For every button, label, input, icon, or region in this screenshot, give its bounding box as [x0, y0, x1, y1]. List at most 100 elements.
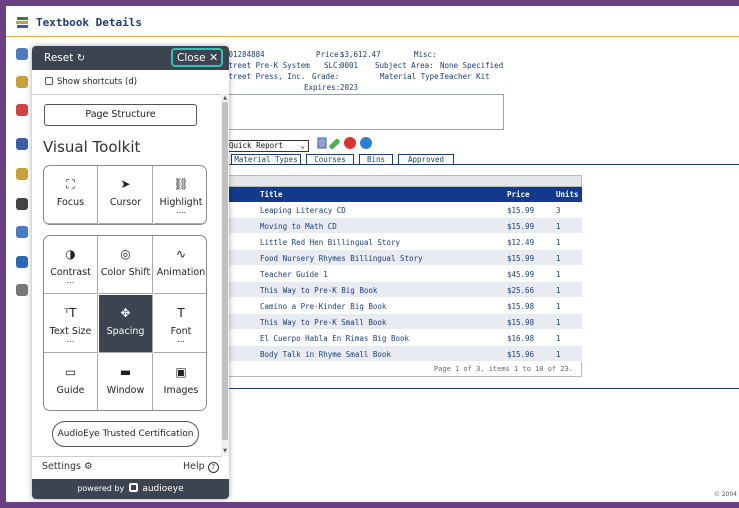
- tool-focus-button[interactable]: ⛶ Focus: [44, 166, 98, 224]
- cell-units: 1: [556, 222, 561, 231]
- tool-group-adjust: ◑ Contrast... ◎ Color Shift ∿ Animation ᵀT Text…: [43, 235, 207, 411]
- scroll-down-icon[interactable]: ▼: [222, 448, 228, 454]
- table-row[interactable]: Little Red Hen Billingual Story $12.49 1: [226, 234, 582, 250]
- tool-highlight-button[interactable]: ⛓ Highlight....: [154, 166, 206, 224]
- table-row[interactable]: Moving to Math CD $15.99 1: [226, 218, 582, 234]
- table-row[interactable]: Leaping Literacy CD $15.99 3: [226, 202, 582, 218]
- cell-price: $15.99: [507, 206, 535, 215]
- cell-units: 1: [556, 318, 561, 327]
- isbn: 501284884: [224, 50, 265, 59]
- tool-contrast-button[interactable]: ◑ Contrast...: [44, 236, 98, 294]
- barcode-icon[interactable]: [16, 198, 28, 210]
- column-price[interactable]: Price: [507, 190, 530, 199]
- table-row[interactable]: Body Talk in Rhyme Small Book $15.96 1: [226, 346, 582, 362]
- tool-spacing-button[interactable]: ✥ Spacing: [99, 295, 153, 353]
- table-row[interactable]: Food Nursery Rhymes Billingual Story $15.…: [226, 250, 582, 266]
- trusted-certification-button[interactable]: AudioEye Trusted Certification: [52, 421, 199, 447]
- cell-title: Food Nursery Rhymes Billingual Story: [260, 254, 423, 263]
- column-title[interactable]: Title: [260, 190, 283, 199]
- spacing-icon: ✥: [120, 306, 131, 320]
- scroll-up-icon[interactable]: ▲: [222, 95, 228, 101]
- settings-button[interactable]: Settings ⚙: [42, 461, 93, 472]
- subject-label: Subject Area:: [375, 61, 434, 70]
- tool-guide-button[interactable]: ▭ Guide: [44, 354, 98, 410]
- pager-text: Page 1 of 3, items 1 to 10 of 23.: [433, 365, 573, 373]
- cell-price: $15.99: [507, 254, 535, 263]
- tool-window-button[interactable]: ▬ Window: [99, 354, 153, 410]
- table-row[interactable]: This Way to Pre-K Small Book $15.98 1: [226, 314, 582, 330]
- tool-label: Images: [163, 385, 199, 396]
- guide-icon: ▭: [64, 365, 77, 379]
- cell-units: 1: [556, 254, 561, 263]
- link-icon: ⛓: [173, 177, 189, 191]
- settings-label: Settings: [42, 461, 81, 472]
- refresh-icon: ↻: [76, 53, 86, 64]
- cell-title: Little Red Hen Billingual Story: [260, 238, 400, 247]
- tool-group-primary: ⛶ Focus ➤ Cursor ⛓ Highlight....: [43, 165, 207, 225]
- tool-label: Window: [106, 385, 145, 396]
- tool-cursor-button[interactable]: ➤ Cursor: [99, 166, 153, 224]
- tool-label: Animation: [156, 267, 206, 278]
- inventory-icon[interactable]: [16, 138, 28, 150]
- cell-title: Camino a Pre-Kinder Big Book: [260, 302, 387, 311]
- heart-icon[interactable]: [16, 104, 28, 116]
- tool-font-button[interactable]: T Font...: [154, 295, 206, 353]
- show-shortcuts-toggle[interactable]: Show shortcuts (d): [45, 77, 137, 87]
- toolkit-scrollbar[interactable]: ▲ ▼: [221, 94, 229, 456]
- cell-price: $16.98: [507, 334, 535, 343]
- grid-pager: Page 1 of 3, items 1 to 10 of 23.: [226, 362, 582, 377]
- chevron-down-icon: ⌄: [300, 141, 305, 150]
- reset-button[interactable]: Reset ↻: [44, 52, 85, 64]
- table-row[interactable]: This Way to Pre-K Big Book $25.66 1: [226, 282, 582, 298]
- text-size-icon: ᵀT: [64, 306, 77, 320]
- report-select[interactable]: Quick Report ⌄: [226, 140, 309, 152]
- window-title: Textbook Details: [36, 16, 142, 29]
- disc-icon[interactable]: [16, 226, 28, 238]
- expires-label: Expires:: [304, 83, 341, 92]
- help-button[interactable]: Help ?: [183, 461, 219, 473]
- box-icon[interactable]: [16, 168, 28, 180]
- cell-price: $15.98: [507, 302, 535, 311]
- visual-toolkit-panel: Reset ↻ Close ✕ Show shortcuts (d) Page …: [32, 46, 229, 499]
- paste-icon[interactable]: [316, 137, 328, 149]
- tool-images-button[interactable]: ▣ Images: [154, 354, 206, 410]
- books-icon[interactable]: [16, 76, 28, 88]
- shortcuts-checkbox[interactable]: [45, 77, 53, 85]
- tool-label: Guide: [56, 385, 85, 396]
- page-structure-button[interactable]: Page Structure: [44, 104, 197, 126]
- grid-toolbar: [226, 175, 582, 187]
- copyright: © 2004: [713, 491, 737, 498]
- back-arrow-icon[interactable]: [360, 137, 372, 149]
- notes-textarea[interactable]: [224, 94, 504, 130]
- cell-title: Body Talk in Rhyme Small Book: [260, 350, 391, 359]
- powered-by-text: powered by: [77, 484, 125, 493]
- wrench-icon[interactable]: [16, 284, 28, 296]
- reset-label: Reset: [44, 52, 74, 64]
- cell-units: 1: [556, 350, 561, 359]
- cell-units: 1: [556, 334, 561, 343]
- images-icon: ▣: [175, 365, 187, 379]
- close-button[interactable]: Close ✕: [171, 48, 223, 67]
- misc-label: Misc:: [414, 50, 437, 59]
- database-icon[interactable]: [16, 256, 28, 268]
- remove-icon[interactable]: [344, 137, 356, 149]
- close-label: Close: [177, 52, 206, 64]
- table-row[interactable]: Teacher Guide 1 $45.99 1: [226, 266, 582, 282]
- tool-label: Cursor: [109, 197, 142, 208]
- material-type-label: Material Type:: [380, 72, 444, 81]
- pencil-icon[interactable]: [328, 137, 341, 151]
- scroll-thumb[interactable]: [222, 102, 228, 440]
- tool-animation-button[interactable]: ∿ Animation: [154, 236, 206, 294]
- column-units[interactable]: Units: [556, 190, 579, 199]
- close-icon: ✕: [208, 51, 219, 64]
- tool-text-size-button[interactable]: ᵀT Text Size...: [44, 295, 98, 353]
- toolkit-title: Visual Toolkit: [43, 138, 141, 156]
- globe-icon[interactable]: [16, 48, 28, 60]
- table-row[interactable]: El Cuerpo Habla En Rimas Big Book $16.98 1: [226, 330, 582, 346]
- title-bar: Textbook Details: [6, 6, 739, 37]
- table-row[interactable]: Camino a Pre-Kinder Big Book $15.98 1: [226, 298, 582, 314]
- tool-color-shift-button[interactable]: ◎ Color Shift: [99, 236, 153, 294]
- report-select-value: Quick Report: [229, 141, 284, 150]
- expires-value: 2023: [340, 83, 359, 92]
- items-grid: Title Price Units Leaping Literacy CD $15…: [226, 175, 582, 377]
